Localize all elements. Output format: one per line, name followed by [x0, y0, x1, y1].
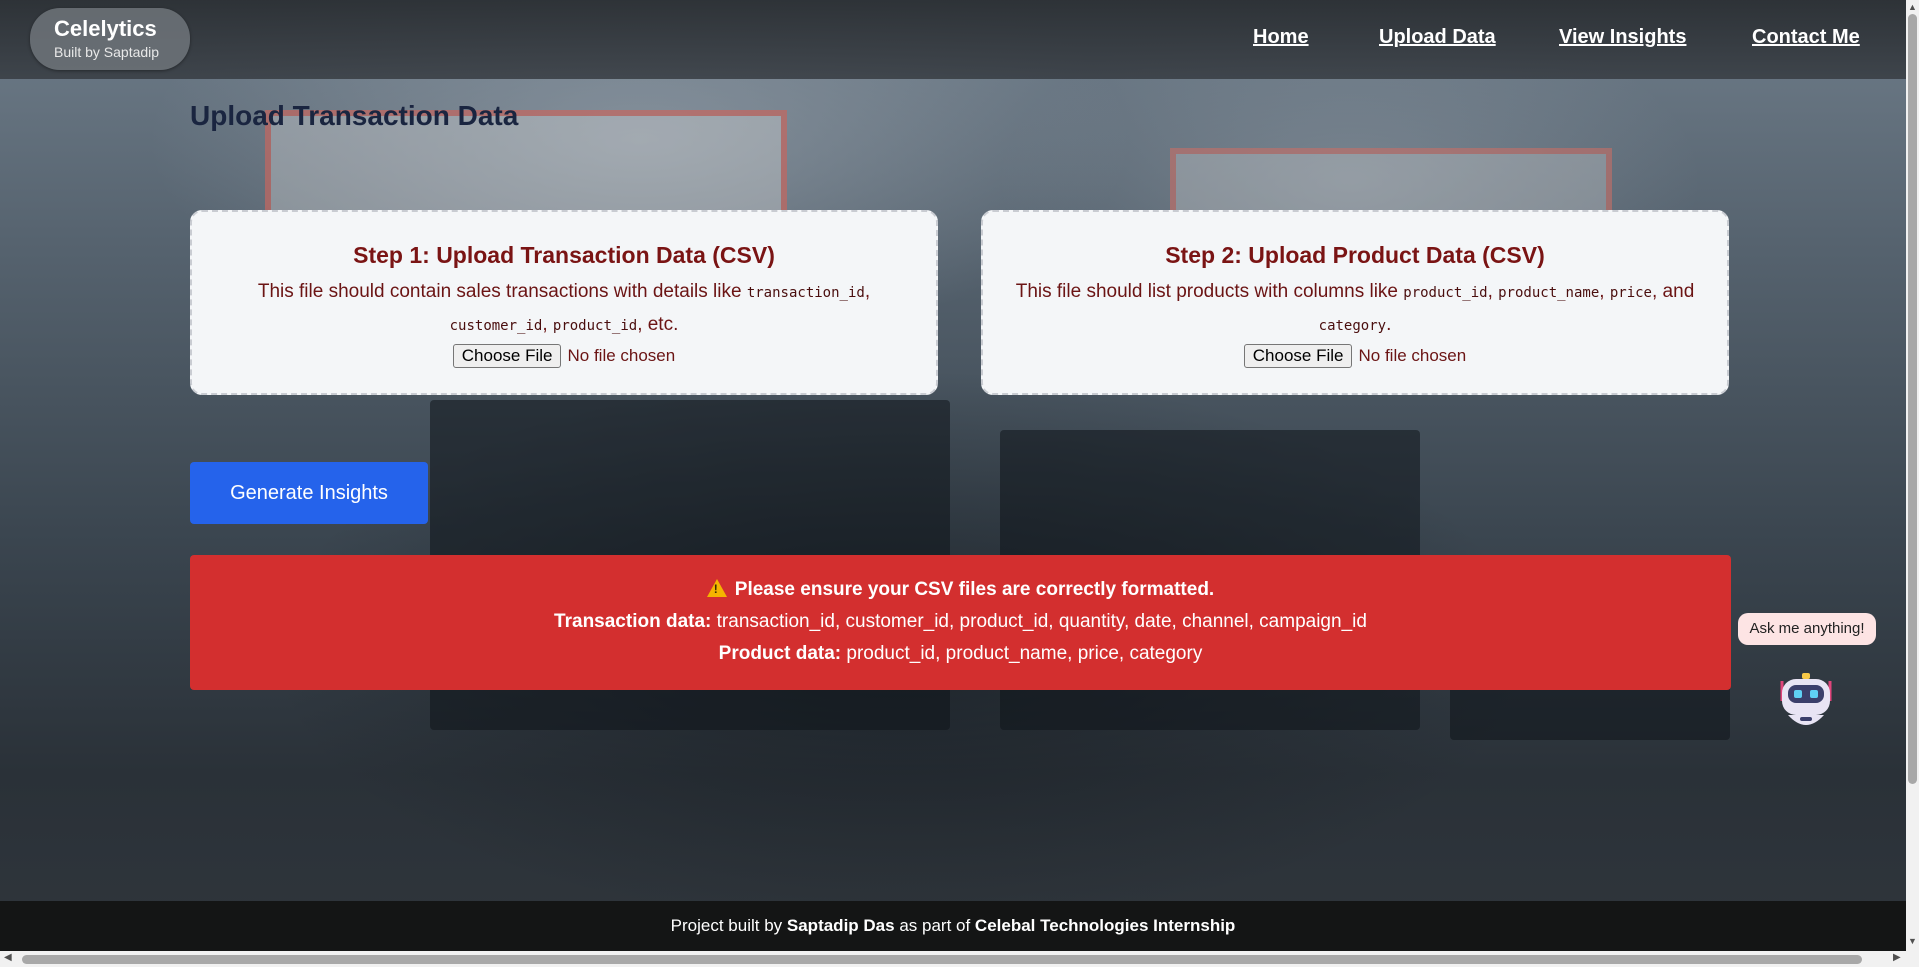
- choose-file-button[interactable]: Choose File: [1243, 344, 1353, 368]
- footer-text: Project built by: [670, 916, 787, 935]
- file-status: No file chosen: [567, 346, 676, 365]
- scroll-left-icon[interactable]: ◀: [4, 952, 12, 963]
- desc-text: This file should list products with colu…: [1015, 281, 1404, 302]
- footer-org: Celebal Technologies Internship: [974, 916, 1236, 935]
- horizontal-scroll-thumb[interactable]: [22, 955, 1862, 964]
- footer-text: as part of: [894, 916, 975, 935]
- brand-title: Celelytics: [54, 16, 157, 41]
- format-warning-alert: Please ensure your CSV files are correct…: [190, 555, 1731, 690]
- upload-card-transactions: Step 1: Upload Transaction Data (CSV) Th…: [190, 210, 938, 395]
- scroll-down-icon[interactable]: ▼: [1908, 936, 1917, 946]
- desc-text: ,: [542, 314, 553, 335]
- vertical-scroll-thumb[interactable]: [1908, 14, 1917, 784]
- desc-text: This file should contain sales transacti…: [257, 281, 747, 302]
- alert-product-line: Product data: product_id, product_name, …: [190, 643, 1731, 665]
- alert-message-line: Please ensure your CSV files are correct…: [190, 579, 1731, 601]
- desc-text: , etc.: [637, 314, 679, 335]
- alert-transaction-value: transaction_id, customer_id, product_id,…: [716, 611, 1367, 632]
- desc-text: , and: [1652, 281, 1695, 302]
- brand-subtitle: Built by Saptadip: [54, 44, 160, 60]
- nav-contact-link[interactable]: Contact Me: [1752, 26, 1860, 49]
- column-code: product_id: [552, 318, 638, 334]
- chat-prompt-bubble[interactable]: Ask me anything!: [1738, 613, 1876, 645]
- column-code: product_id: [1403, 285, 1488, 301]
- card-description: This file should contain sales transacti…: [222, 276, 906, 342]
- desc-text: ,: [1599, 281, 1610, 302]
- page-footer: Project built by Saptadip Das as part of…: [0, 901, 1906, 951]
- footer-author: Saptadip Das: [786, 916, 895, 935]
- choose-file-button[interactable]: Choose File: [452, 344, 562, 368]
- file-input-products: Choose File No file chosen: [983, 344, 1727, 368]
- generate-insights-button[interactable]: Generate Insights: [190, 462, 428, 524]
- file-input-transactions: Choose File No file chosen: [192, 344, 936, 368]
- card-title: Step 2: Upload Product Data (CSV): [1165, 242, 1545, 268]
- alert-message: Please ensure your CSV files are correct…: [734, 579, 1215, 600]
- alert-transaction-label: Transaction data:: [554, 611, 712, 632]
- horizontal-scrollbar[interactable]: ◀ ▶: [0, 951, 1919, 967]
- chatbot-robot-icon[interactable]: [1776, 671, 1836, 735]
- desc-text: ,: [1487, 281, 1499, 302]
- alert-product-label: Product data:: [718, 643, 842, 664]
- scroll-up-icon[interactable]: ▲: [1908, 2, 1917, 12]
- card-title: Step 1: Upload Transaction Data (CSV): [353, 242, 775, 268]
- column-code: category: [1318, 318, 1387, 334]
- top-navbar: Celelytics Built by Saptadip Home Upload…: [0, 0, 1906, 79]
- desc-text: ,: [864, 281, 871, 302]
- nav-home-link[interactable]: Home: [1253, 26, 1309, 49]
- nav-upload-link[interactable]: Upload Data: [1379, 26, 1496, 49]
- alert-transaction-line: Transaction data: transaction_id, custom…: [190, 611, 1731, 633]
- nav-insights-link[interactable]: View Insights: [1559, 26, 1686, 49]
- desc-text: .: [1386, 314, 1392, 335]
- upload-card-products: Step 2: Upload Product Data (CSV) This f…: [981, 210, 1729, 395]
- column-code: price: [1609, 285, 1652, 301]
- file-status: No file chosen: [1358, 346, 1467, 365]
- warning-icon: [706, 579, 727, 597]
- scroll-right-icon[interactable]: ▶: [1893, 952, 1901, 963]
- vertical-scrollbar[interactable]: ▲ ▼: [1906, 0, 1919, 951]
- column-code: customer_id: [449, 318, 543, 334]
- column-code: transaction_id: [746, 285, 865, 301]
- alert-product-value: product_id, product_name, price, categor…: [846, 643, 1203, 664]
- card-description: This file should list products with colu…: [1013, 276, 1697, 342]
- page-title: Upload Transaction Data: [190, 100, 519, 131]
- brand-logo[interactable]: Celelytics Built by Saptadip: [30, 8, 190, 70]
- column-code: product_name: [1498, 285, 1600, 301]
